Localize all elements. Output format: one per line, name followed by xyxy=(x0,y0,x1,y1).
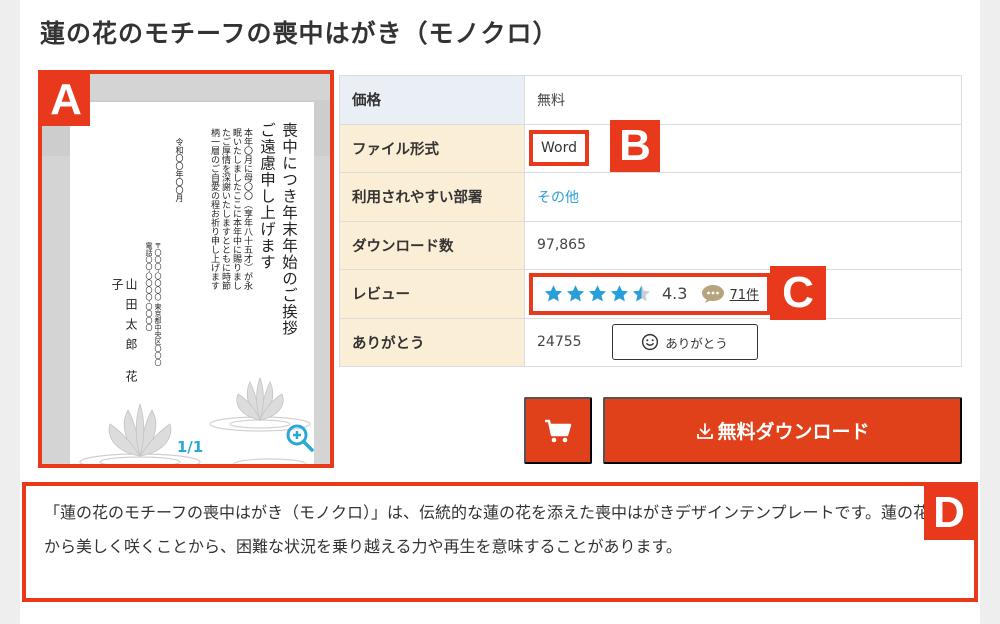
table-row-price: 価格 無料 xyxy=(339,76,962,125)
review-summary: 4.3 71件 xyxy=(529,272,771,315)
download-button-label: 無料ダウンロード xyxy=(717,422,870,443)
review-count-link[interactable]: 71件 xyxy=(729,284,759,303)
table-row-department: 利用されやすい部署 その他 xyxy=(339,173,962,222)
free-download-button[interactable]: 無料ダウンロード xyxy=(603,397,962,464)
star-icon xyxy=(544,285,563,302)
star-icon xyxy=(610,285,629,302)
star-half-icon xyxy=(632,285,651,302)
price-label: 価格 xyxy=(339,76,525,124)
comment-icon xyxy=(702,284,725,303)
cart-icon xyxy=(545,419,572,442)
add-to-cart-button[interactable] xyxy=(524,397,592,464)
template-preview[interactable]: 喪中につき年末年始のご挨拶ご遠慮申し上げます 本年〇月に母〇〇（享年八十五才）が… xyxy=(38,70,334,468)
star-rating xyxy=(543,284,652,304)
postcard-image[interactable]: 喪中につき年末年始のご挨拶ご遠慮申し上げます 本年〇月に母〇〇（享年八十五才）が… xyxy=(70,102,314,464)
format-cell: Word xyxy=(525,124,962,172)
template-info-table: 価格 無料 ファイル形式 Word 利用されやすい部署 その他 ダウンロード数 … xyxy=(339,75,962,367)
review-rating: 4.3 xyxy=(662,284,688,304)
postcard-main-text: 喪中につき年末年始のご挨拶ご遠慮申し上げます xyxy=(258,122,298,337)
thanks-button[interactable]: ありがとう xyxy=(611,324,758,361)
thanks-cell: 24755 ありがとう xyxy=(525,318,962,366)
annotation-badge-b: B xyxy=(610,120,660,172)
template-description: 「蓮の花のモチーフの喪中はがき（モノクロ）」は、伝統的な蓮の花を添えた喪中はがき… xyxy=(22,482,978,602)
department-link[interactable]: その他 xyxy=(537,187,579,207)
downloads-value: 97,865 xyxy=(525,221,962,269)
postcard-date-text: 令和〇〇年〇〇月 xyxy=(175,138,184,202)
annotation-badge-c: C xyxy=(770,266,826,320)
star-icon xyxy=(566,285,585,302)
table-row-thanks: ありがとう 24755 ありがとう xyxy=(339,318,962,367)
page-title: 蓮の花のモチーフの喪中はがき（モノクロ） xyxy=(40,19,559,48)
thanks-label: ありがとう xyxy=(339,318,525,366)
price-value: 無料 xyxy=(525,76,962,124)
review-label: レビュー xyxy=(339,270,525,318)
downloads-label: ダウンロード数 xyxy=(339,221,525,269)
review-cell: 4.3 71件 xyxy=(525,270,962,318)
smile-icon xyxy=(642,334,659,351)
thanks-button-label: ありがとう xyxy=(665,336,728,351)
department-cell: その他 xyxy=(525,173,962,221)
annotation-badge-a: A xyxy=(42,74,90,126)
description-text: 「蓮の花のモチーフの喪中はがき（モノクロ）」は、伝統的な蓮の花を添えた喪中はがき… xyxy=(44,503,978,556)
postcard-body-text: 本年〇月に母〇〇（享年八十五才）が永眠いたしましたここに本年中に賜りましたご厚情… xyxy=(209,128,252,290)
format-value: Word xyxy=(529,130,589,167)
annotation-badge-d: D xyxy=(924,486,974,540)
zoom-in-icon[interactable] xyxy=(284,422,316,454)
download-icon xyxy=(697,422,714,439)
star-icon xyxy=(588,285,607,302)
format-label: ファイル形式 xyxy=(339,124,525,172)
table-row-review: レビュー 4.3 71件 xyxy=(339,270,962,319)
department-label: 利用されやすい部署 xyxy=(339,173,525,221)
thanks-count: 24755 xyxy=(537,334,582,351)
table-row-downloads: ダウンロード数 97,865 xyxy=(339,221,962,270)
